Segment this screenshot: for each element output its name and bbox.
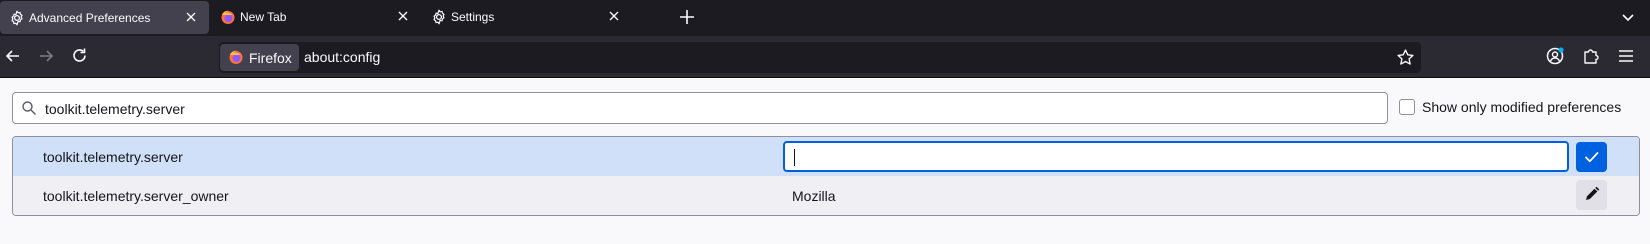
tab-label: New Tab [240, 10, 287, 24]
address-bar[interactable]: Firefox about:config [219, 42, 1421, 73]
tab-bar: Advanced Preferences New Tab Settings [0, 0, 1650, 36]
preference-value: Mozilla [792, 188, 836, 204]
tab-label: Settings [451, 10, 495, 24]
account-icon[interactable] [1545, 46, 1565, 66]
extensions-puzzle-icon[interactable] [1581, 46, 1601, 66]
table-row[interactable]: toolkit.telemetry.server [13, 137, 1639, 176]
firefox-icon [221, 10, 235, 24]
close-icon[interactable] [395, 8, 411, 24]
text-caret [794, 149, 795, 166]
edit-button[interactable] [1576, 180, 1607, 210]
preference-value-input[interactable] [783, 141, 1569, 172]
preference-name: toolkit.telemetry.server [43, 149, 183, 165]
navigation-toolbar: Firefox about:config [0, 36, 1650, 78]
preference-name: toolkit.telemetry.server_owner [43, 188, 229, 204]
save-button[interactable] [1576, 142, 1607, 172]
pencil-icon [1586, 186, 1600, 200]
menu-hamburger-icon[interactable] [1616, 46, 1636, 66]
url-text[interactable]: about:config [304, 49, 380, 65]
identity-box[interactable]: Firefox [220, 44, 299, 71]
table-row[interactable]: toolkit.telemetry.server_owner Mozilla [13, 176, 1639, 215]
preference-search-input[interactable]: toolkit.telemetry.server [12, 92, 1388, 124]
show-modified-checkbox[interactable] [1399, 99, 1415, 115]
show-modified-label[interactable]: Show only modified preferences [1422, 99, 1621, 115]
about-config-page: toolkit.telemetry.server Show only modif… [0, 79, 1650, 244]
tab-advanced-preferences[interactable]: Advanced Preferences [0, 1, 209, 34]
star-bookmark-icon[interactable] [1396, 48, 1415, 67]
preferences-table: toolkit.telemetry.server toolkit.telemet… [12, 136, 1640, 216]
new-tab-plus-icon[interactable] [678, 8, 696, 26]
identity-label: Firefox [249, 50, 292, 66]
checkmark-icon [1585, 152, 1599, 163]
tab-settings[interactable]: Settings [422, 0, 632, 34]
search-value: toolkit.telemetry.server [45, 101, 185, 117]
close-icon[interactable] [183, 9, 199, 25]
back-arrow-icon[interactable] [3, 46, 23, 66]
tab-label: Advanced Preferences [29, 11, 151, 25]
search-icon [22, 101, 36, 115]
firefox-icon [229, 50, 243, 64]
gear-icon [433, 9, 445, 25]
reload-icon[interactable] [70, 46, 90, 66]
forward-arrow-icon[interactable] [36, 46, 56, 66]
close-icon[interactable] [606, 8, 622, 24]
tab-new-tab[interactable]: New Tab [211, 0, 421, 34]
gear-icon [11, 10, 23, 26]
chevron-down-icon[interactable] [1620, 9, 1636, 25]
